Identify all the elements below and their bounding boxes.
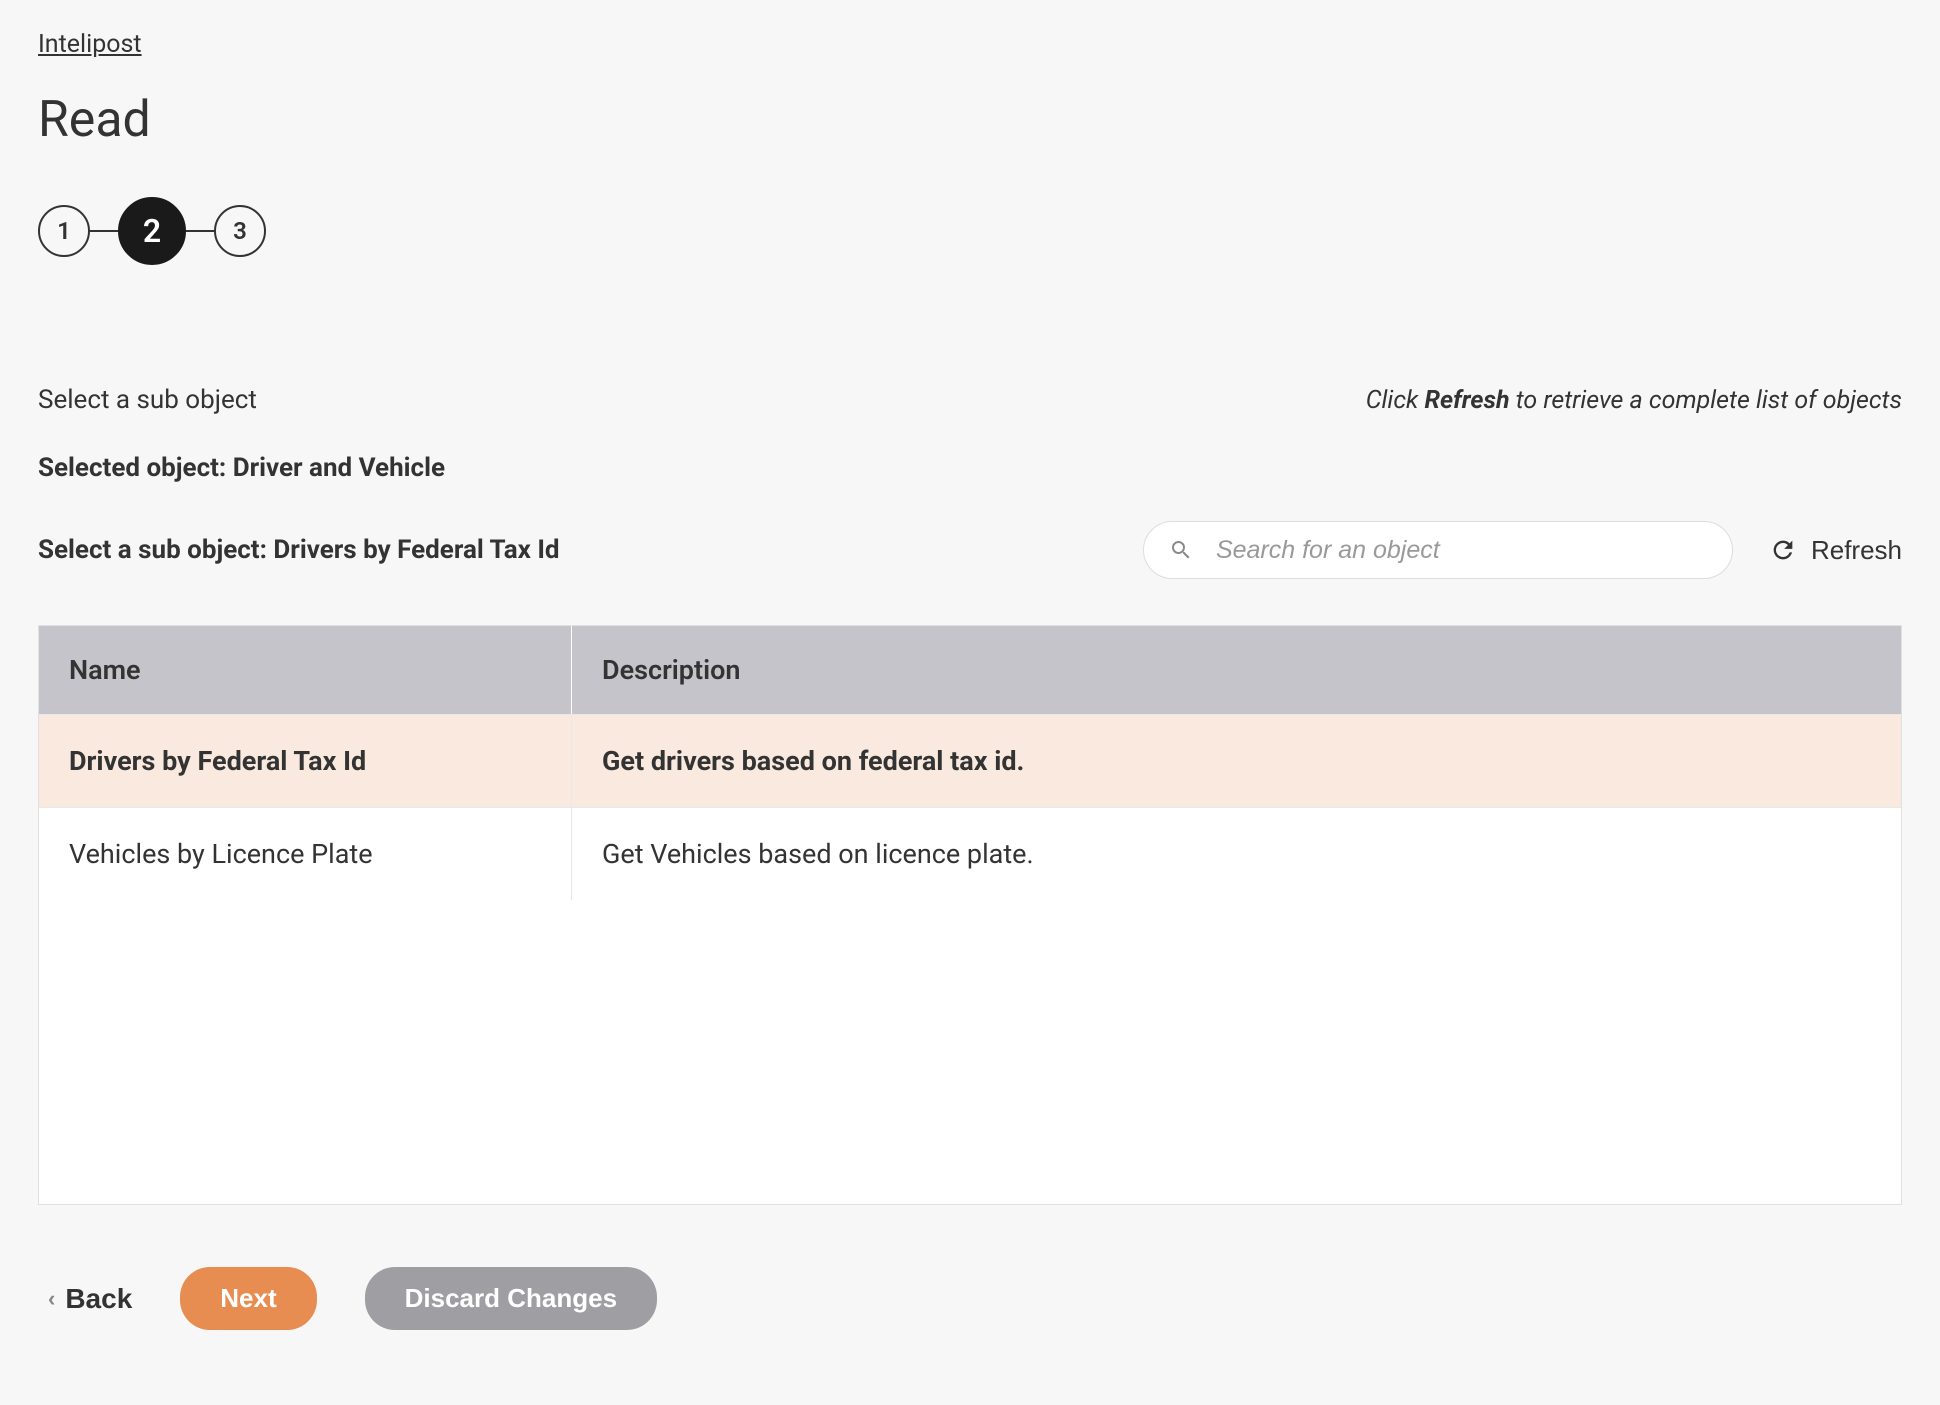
hint-strong: Refresh [1424, 386, 1509, 415]
sub-object-prefix: Select a sub object: [38, 535, 273, 565]
table-header: Name Description [39, 626, 1901, 714]
back-button[interactable]: ‹ Back [48, 1283, 132, 1315]
table-cell-description: Get Vehicles based on licence plate. [572, 808, 1901, 900]
table-cell-name: Drivers by Federal Tax Id [39, 715, 572, 807]
table-row[interactable]: Drivers by Federal Tax Id Get drivers ba… [39, 714, 1901, 807]
stepper: 1 2 3 [38, 197, 1902, 265]
selected-object-value: Driver and Vehicle [233, 453, 445, 483]
footer-actions: ‹ Back Next Discard Changes [38, 1267, 1902, 1330]
chevron-left-icon: ‹ [48, 1286, 55, 1312]
refresh-hint: Click Refresh to retrieve a complete lis… [1366, 386, 1902, 415]
discard-button[interactable]: Discard Changes [365, 1267, 657, 1330]
select-sub-object-current: Select a sub object: Drivers by Federal … [38, 535, 560, 565]
table-header-description: Description [572, 626, 1901, 714]
breadcrumb-link[interactable]: Intelipost [38, 30, 142, 59]
step-connector [90, 230, 118, 232]
table-cell-name: Vehicles by Licence Plate [39, 808, 572, 900]
sub-object-value: Drivers by Federal Tax Id [273, 535, 559, 565]
search-input[interactable] [1143, 521, 1733, 579]
refresh-icon [1769, 536, 1797, 564]
back-label: Back [65, 1283, 132, 1315]
refresh-button[interactable]: Refresh [1769, 535, 1902, 566]
table-row[interactable]: Vehicles by Licence Plate Get Vehicles b… [39, 807, 1901, 900]
table-cell-description: Get drivers based on federal tax id. [572, 715, 1901, 807]
refresh-label: Refresh [1811, 535, 1902, 566]
selected-object: Selected object: Driver and Vehicle [38, 453, 1902, 483]
next-button[interactable]: Next [180, 1267, 316, 1330]
selected-object-prefix: Selected object: [38, 453, 233, 483]
hint-prefix: Click [1366, 386, 1425, 415]
step-1[interactable]: 1 [38, 205, 90, 257]
page-title: Read [38, 91, 1902, 149]
search-wrapper [1143, 521, 1733, 579]
table-header-name: Name [39, 626, 572, 714]
object-table: Name Description Drivers by Federal Tax … [38, 625, 1902, 1205]
hint-suffix: to retrieve a complete list of objects [1510, 386, 1902, 415]
step-2[interactable]: 2 [118, 197, 186, 265]
step-3[interactable]: 3 [214, 205, 266, 257]
step-connector [186, 230, 214, 232]
select-sub-object-label: Select a sub object [38, 385, 257, 415]
